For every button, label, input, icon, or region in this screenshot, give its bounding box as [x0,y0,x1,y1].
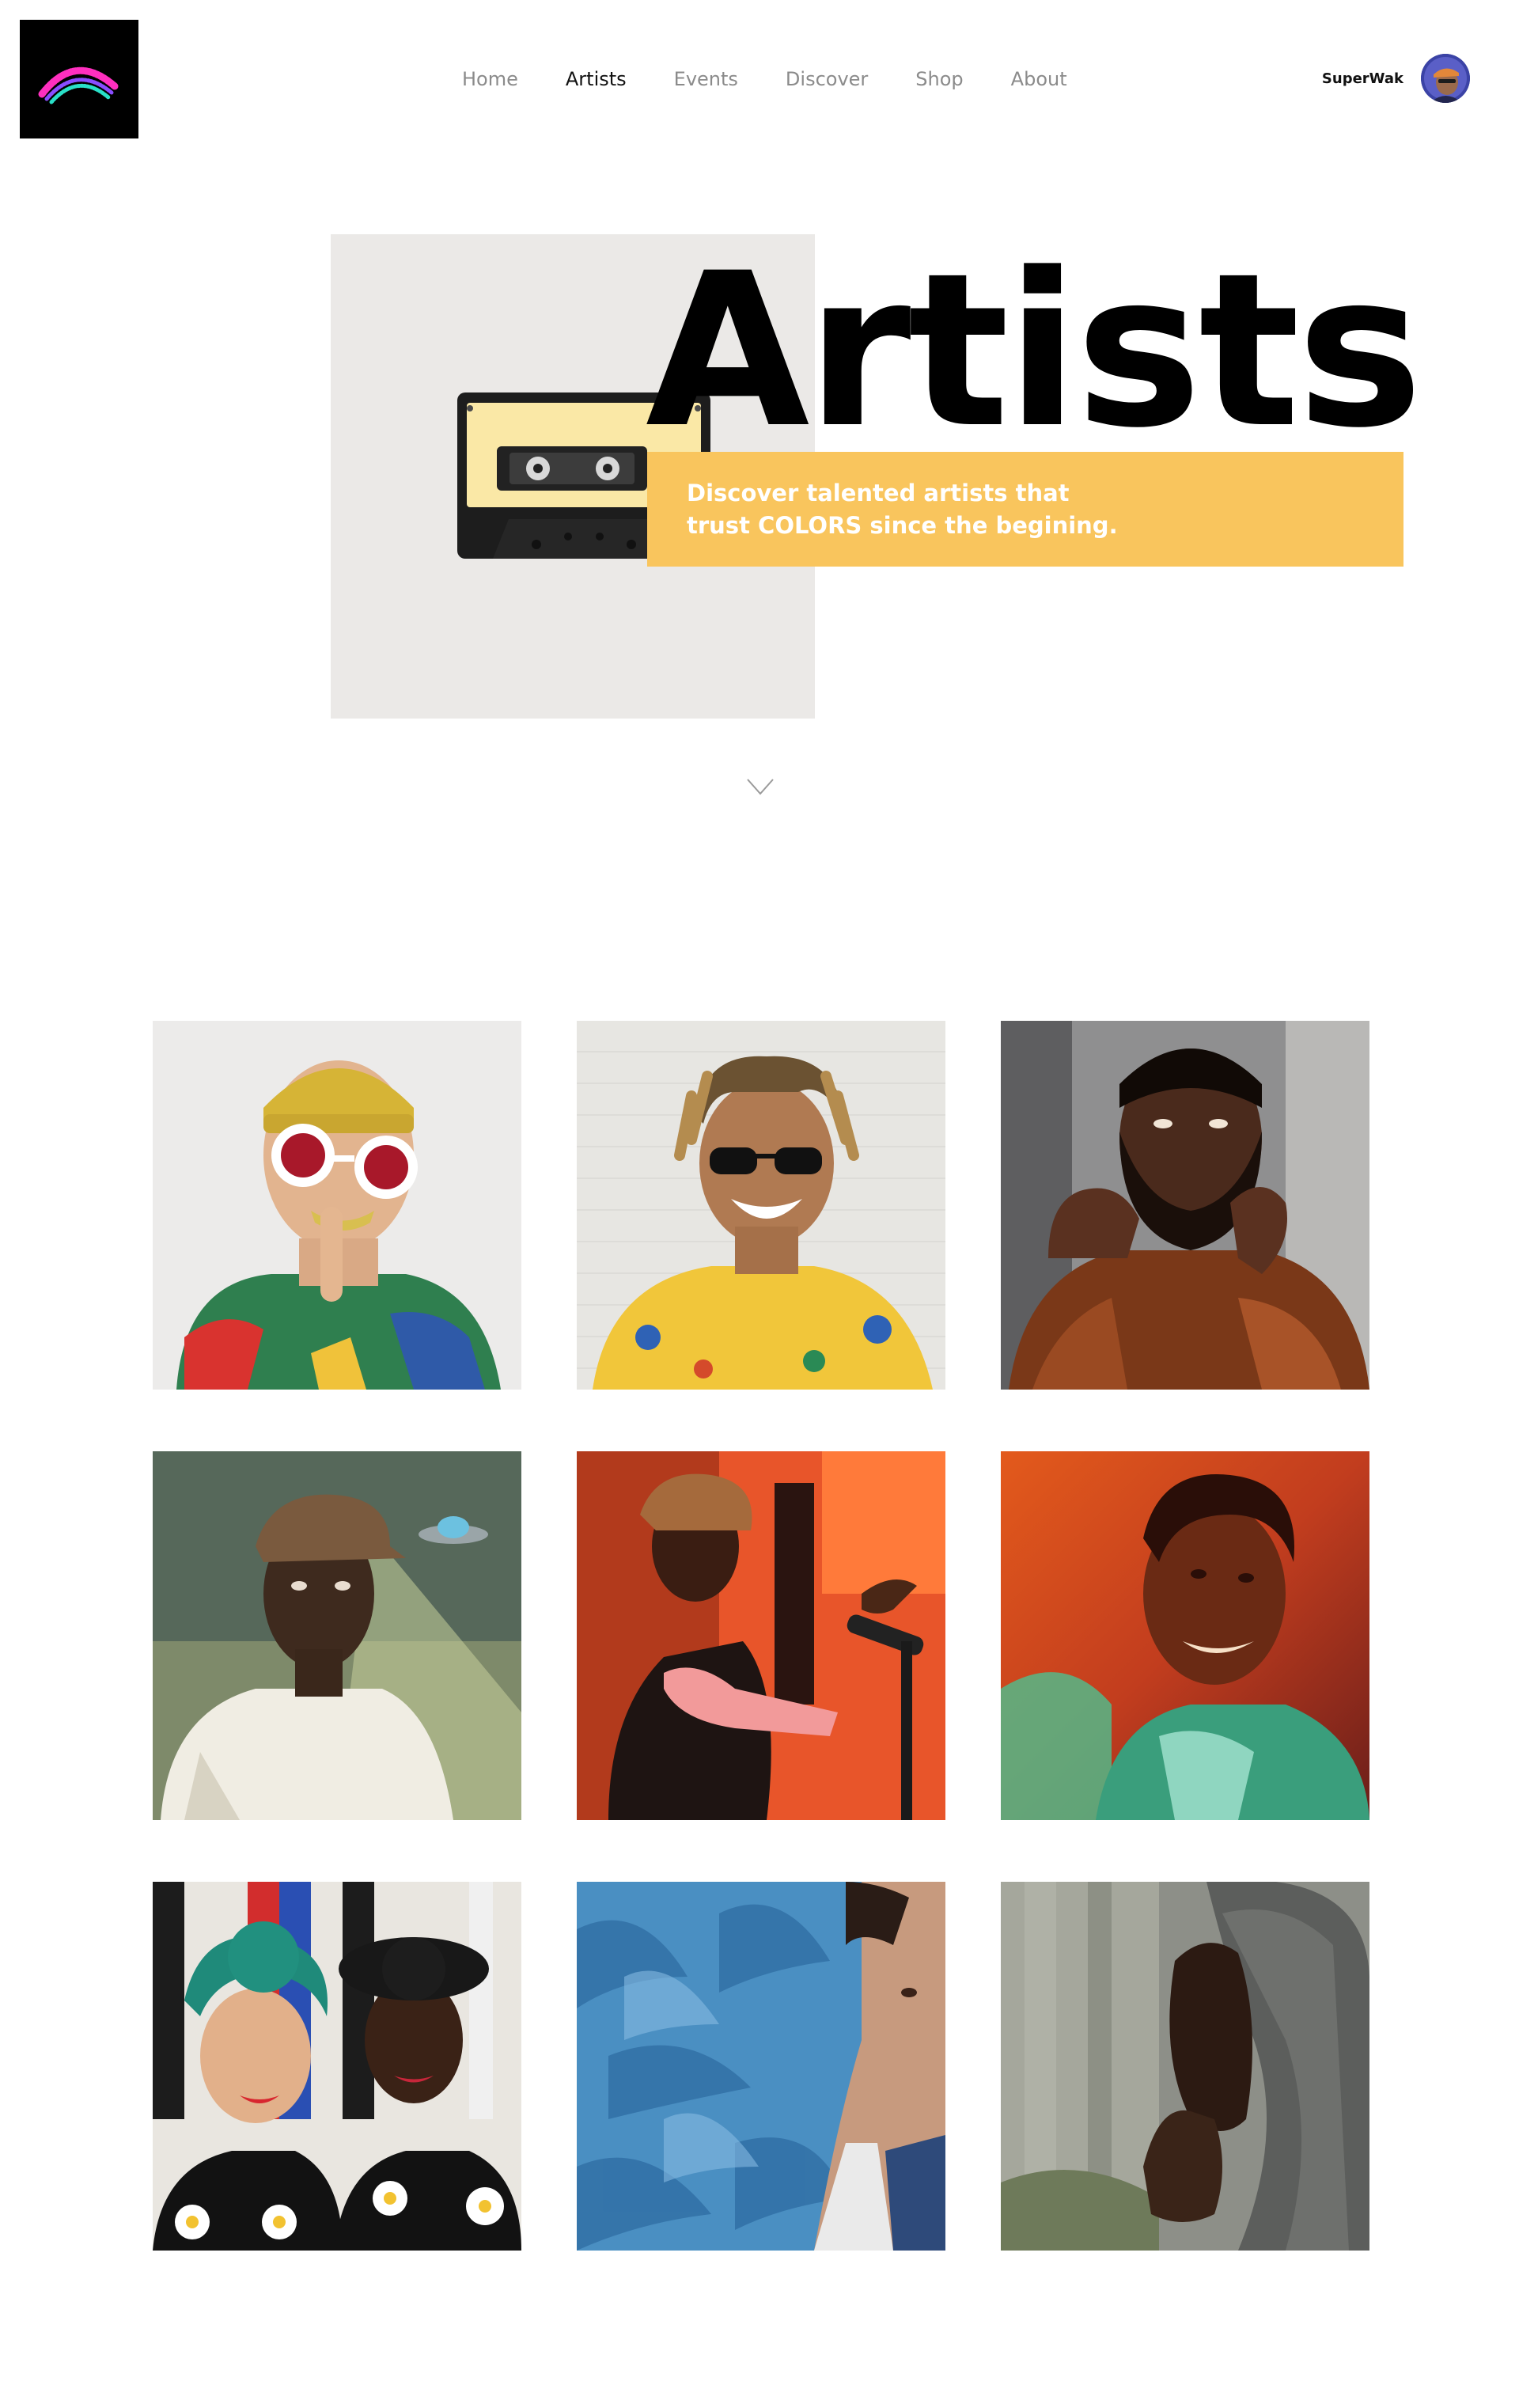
artist-card[interactable] [1001,1451,1369,1820]
main-nav: Home Artists Events Discover Shop About [462,66,1067,93]
artist-card[interactable] [577,1021,945,1390]
artist-grid [153,1021,1369,2251]
artist-card[interactable] [153,1021,521,1390]
user-menu[interactable]: SuperWak [1322,52,1470,104]
artist-card[interactable] [153,1882,521,2251]
page-title: Artists [646,228,1423,475]
user-avatar[interactable] [1421,54,1470,103]
artist-portrait-sunglasses-yellow-shirt-icon [577,1021,945,1390]
artist-portrait-yellow-beanie-icon [153,1021,521,1390]
site-logo[interactable] [20,20,138,138]
artist-portrait-red-studio-icon [577,1451,945,1820]
scroll-down-button[interactable] [746,777,775,796]
rainbow-arc-logo-icon [38,66,119,104]
artist-portrait-blue-leaves-icon [577,1882,945,2251]
artist-card[interactable] [577,1451,945,1820]
nav-shop[interactable]: Shop [915,68,963,90]
user-avatar-icon [1421,54,1470,103]
artist-portrait-duo-headwraps-icon [153,1882,521,2251]
chevron-down-icon [747,779,774,795]
artist-card[interactable] [1001,1021,1369,1390]
nav-home[interactable]: Home [462,68,518,90]
hero-tagline-banner: Discover talented artists that trust COL… [647,452,1403,567]
artist-portrait-neon-glow-icon [1001,1451,1369,1820]
artist-card[interactable] [153,1451,521,1820]
artist-portrait-grey-hoodie-icon [1001,1882,1369,2251]
user-name[interactable]: SuperWak [1322,70,1403,87]
page: Home Artists Events Discover Shop About … [0,0,1519,2408]
artist-card[interactable] [1001,1882,1369,2251]
nav-artists[interactable]: Artists [566,68,627,90]
hero-tagline-line2: trust COLORS since the begining. [687,512,1118,539]
nav-events[interactable]: Events [674,68,738,90]
artist-portrait-flat-cap-ufo-icon [153,1451,521,1820]
artist-card[interactable] [577,1882,945,2251]
hero-tagline: Discover talented artists that trust COL… [687,477,1130,542]
nav-about[interactable]: About [1011,68,1067,90]
artist-portrait-beard-leather-jacket-icon [1001,1021,1369,1390]
hero-tagline-line1: Discover talented artists that [687,480,1070,506]
nav-discover[interactable]: Discover [786,68,868,90]
